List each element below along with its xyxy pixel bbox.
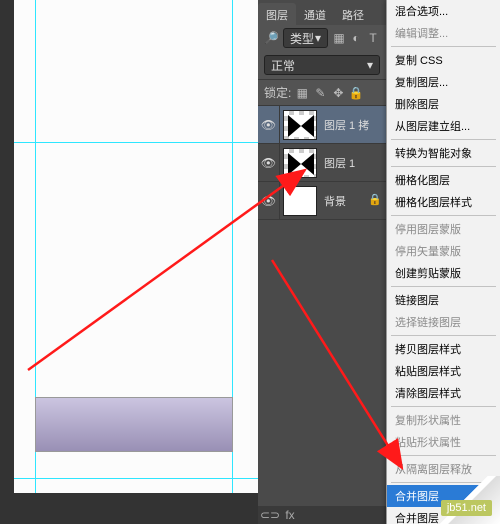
search-icon: 🔎 — [264, 31, 279, 45]
menu-item[interactable]: 删除图层 — [387, 93, 500, 115]
menu-separator — [391, 482, 496, 483]
panel-tabs: 图层 通道 路径 — [258, 0, 386, 25]
filter-pixel-icon[interactable]: ▦ — [332, 31, 346, 45]
menu-item[interactable]: 创建剪贴蒙版 — [387, 262, 500, 284]
layer-row[interactable]: 👁 图层 1 拷 — [258, 106, 386, 144]
layer-name[interactable]: 图层 1 — [320, 155, 355, 171]
layer-row[interactable]: 👁 图层 1 — [258, 144, 386, 182]
layer-name[interactable]: 背景 — [320, 193, 346, 209]
filter-adjust-icon[interactable]: ◐ — [349, 31, 363, 45]
menu-item[interactable]: 拷贝图层样式 — [387, 338, 500, 360]
lock-pixels-icon[interactable]: ✎ — [313, 86, 327, 100]
layer-thumbnail[interactable] — [283, 148, 317, 178]
menu-separator — [391, 335, 496, 336]
blend-mode-label: 正常 — [271, 57, 295, 74]
layer-row[interactable]: 👁 背景 🔒 — [258, 182, 386, 220]
menu-item[interactable]: 从图层建立组... — [387, 115, 500, 137]
menu-item: 复制形状属性 — [387, 409, 500, 431]
layer-thumbnail[interactable] — [283, 186, 317, 216]
guide-horizontal — [14, 142, 258, 143]
menu-separator — [391, 46, 496, 47]
layers-panel: 图层 通道 路径 🔎 类型 ▾ ▦ ◐ T 正常 ▾ 锁定: ▦ — [258, 0, 386, 524]
shape-rectangle — [35, 397, 233, 452]
panel-footer: ⊂⊃ fx — [258, 506, 386, 524]
menu-item: 编辑调整... — [387, 22, 500, 44]
menu-item: 粘贴形状属性 — [387, 431, 500, 453]
menu-item[interactable]: 清除图层样式 — [387, 382, 500, 404]
menu-item[interactable]: 粘贴图层样式 — [387, 360, 500, 382]
lock-position-icon[interactable]: ✥ — [331, 86, 345, 100]
menu-separator — [391, 215, 496, 216]
lock-all-icon[interactable]: 🔒 — [349, 86, 363, 100]
lock-transparency-icon[interactable]: ▦ — [295, 86, 309, 100]
menu-item[interactable]: 混合选项... — [387, 0, 500, 22]
layer-filter-row: 🔎 类型 ▾ ▦ ◐ T — [258, 25, 386, 51]
lock-icon: 🔒 — [368, 193, 382, 206]
layer-name[interactable]: 图层 1 拷 — [320, 117, 369, 133]
visibility-toggle[interactable]: 👁 — [258, 144, 280, 181]
menu-item[interactable]: 栅格化图层 — [387, 169, 500, 191]
visibility-toggle[interactable]: 👁 — [258, 182, 280, 219]
menu-item: 从隔离图层释放 — [387, 458, 500, 480]
menu-separator — [391, 139, 496, 140]
menu-item[interactable]: 复制图层... — [387, 71, 500, 93]
layer-context-menu: 混合选项... 编辑调整... 复制 CSS 复制图层... 删除图层 从图层建… — [386, 0, 500, 524]
filter-type-icon[interactable]: T — [366, 31, 380, 45]
menu-separator — [391, 286, 496, 287]
menu-separator — [391, 406, 496, 407]
chevron-down-icon: ▾ — [315, 31, 321, 45]
menu-item: 选择链接图层 — [387, 311, 500, 333]
lock-row: 锁定: ▦ ✎ ✥ 🔒 — [258, 80, 386, 106]
guide-horizontal — [14, 478, 258, 479]
layer-thumbnail[interactable] — [283, 110, 317, 140]
menu-separator — [391, 455, 496, 456]
visibility-toggle[interactable]: 👁 — [258, 106, 280, 143]
lock-label: 锁定: — [264, 84, 291, 101]
kind-select[interactable]: 类型 ▾ — [283, 28, 328, 48]
chevron-down-icon: ▾ — [367, 58, 373, 72]
kind-label: 类型 — [290, 30, 314, 47]
menu-item[interactable]: 复制 CSS — [387, 49, 500, 71]
tab-channels[interactable]: 通道 — [296, 3, 334, 25]
layer-list: 👁 图层 1 拷 👁 图层 1 👁 背景 🔒 — [258, 106, 386, 220]
menu-item[interactable]: 转换为智能对象 — [387, 142, 500, 164]
menu-item[interactable]: 链接图层 — [387, 289, 500, 311]
fx-icon[interactable]: fx — [284, 509, 296, 521]
blend-row: 正常 ▾ — [258, 51, 386, 80]
menu-separator — [391, 166, 496, 167]
canvas-area[interactable] — [0, 0, 258, 524]
menu-item[interactable]: 栅格化图层样式 — [387, 191, 500, 213]
link-icon[interactable]: ⊂⊃ — [264, 509, 276, 521]
menu-item: 停用矢量蒙版 — [387, 240, 500, 262]
watermark: jb51.net — [441, 500, 492, 516]
menu-item: 停用图层蒙版 — [387, 218, 500, 240]
artboard — [14, 0, 258, 493]
blend-mode-select[interactable]: 正常 ▾ — [264, 55, 380, 75]
tab-layers[interactable]: 图层 — [258, 3, 296, 25]
tab-paths[interactable]: 路径 — [334, 3, 372, 25]
